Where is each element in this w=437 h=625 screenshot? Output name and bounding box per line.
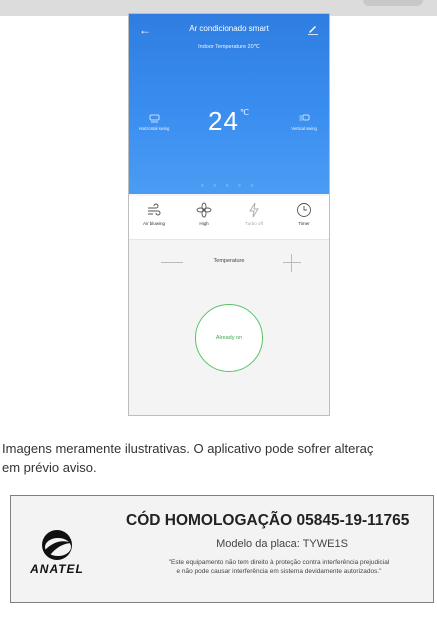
wind-icon [148,203,161,216]
fan-speed-button[interactable]: High [182,202,226,226]
board-model: Modelo da placa: TYWE1S [216,538,348,550]
vertical-swing-button[interactable]: Vertical swing [287,114,321,131]
fan-icon [196,202,212,218]
timer-label: Timer [298,221,310,226]
note-line-2: em prévio aviso. [2,460,97,475]
power-status: Already on [215,335,243,341]
temperature-adjuster: Temperature [129,252,329,274]
timer-button[interactable]: Timer [282,202,326,226]
temperature-value: 24 [208,106,239,136]
anatel-logo-icon [42,530,72,560]
anatel-wordmark: ANATEL [30,562,84,576]
disclaimer-line-2: e não pode causar interferência em siste… [176,568,382,575]
control-bar: Air blowing High Turbo off Timer [129,196,329,240]
turbo-label: Turbo off [245,221,263,226]
indoor-temperature: Indoor Temperature 20℃ [198,44,260,50]
edit-pencil-icon[interactable] [307,23,319,35]
app-title: Ar condicionado smart [189,24,269,33]
disclaimer-note: Imagens meramente ilustrativas. O aplica… [2,439,435,477]
note-line-1: Imagens meramente ilustrativas. O aplica… [2,441,374,456]
air-blowing-label: Air blowing [142,221,165,226]
anatel-logo: ANATEL [18,529,96,583]
interference-disclaimer: "Este equipamento não tem direito à prot… [129,558,429,576]
phone-screenshot: ← Ar condicionado smart Indoor Temperatu… [128,13,330,416]
fan-speed-label: High [199,221,209,226]
disclaimer-line-1: "Este equipamento não tem direito à prot… [168,559,390,566]
increase-temperature-button[interactable] [283,254,301,272]
vertical-swing-label: Vertical swing [291,126,317,131]
homologation-code: CÓD HOMOLOGAÇÃO 05845-19-11765 [126,512,410,529]
mode-indicator-dots: ○ ○ ○ ○ ○ [200,183,258,189]
thermostat-panel: ← Ar condicionado smart Indoor Temperatu… [129,14,329,194]
power-button[interactable]: Already on [195,304,263,372]
bolt-icon [249,202,259,218]
turbo-button[interactable]: Turbo off [232,202,276,226]
temperature-unit: ℃ [239,108,250,117]
anatel-certification-box: ANATEL CÓD HOMOLOGAÇÃO 05845-19-11765 Mo… [10,495,434,603]
clock-icon [297,203,311,217]
air-blowing-button[interactable]: Air blowing [132,202,176,226]
vertical-swing-icon [299,114,309,121]
